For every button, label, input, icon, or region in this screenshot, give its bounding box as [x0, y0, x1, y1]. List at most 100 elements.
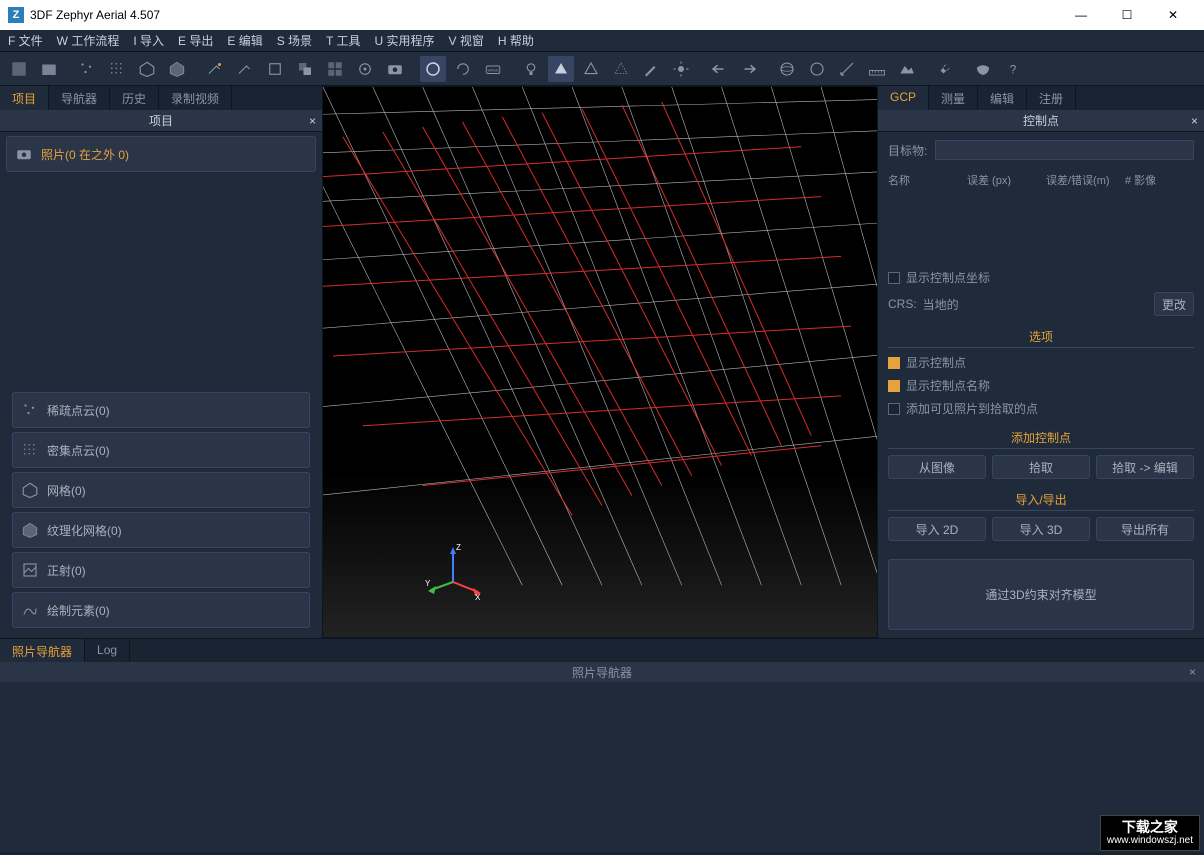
tool-orbit-icon[interactable]: [420, 56, 446, 82]
tab-edit[interactable]: 编辑: [978, 86, 1027, 110]
chk-add-visible[interactable]: 添加可见照片到拾取的点: [888, 400, 1194, 417]
tool-texture-icon[interactable]: [164, 56, 190, 82]
app-logo-icon: Z: [8, 7, 24, 23]
tool-mask-icon[interactable]: [970, 56, 996, 82]
btn-align-3d[interactable]: 通过3D约束对齐模型: [888, 559, 1194, 630]
chk-show-cp[interactable]: 显示控制点: [888, 354, 1194, 371]
bottom-panel-close-icon[interactable]: ×: [1189, 665, 1196, 679]
tool-shade3-icon[interactable]: [608, 56, 634, 82]
tab-measure[interactable]: 测量: [929, 86, 978, 110]
tree-sparse[interactable]: 稀疏点云(0): [12, 392, 310, 428]
crs-label: CRS:: [888, 297, 917, 311]
viewport-grid: [323, 87, 877, 637]
svg-text:Y: Y: [425, 579, 431, 588]
tool-wrench-icon[interactable]: [932, 56, 958, 82]
maximize-button[interactable]: ☐: [1104, 0, 1150, 30]
3d-viewport[interactable]: Z X Y: [322, 86, 878, 638]
tab-gcp[interactable]: GCP: [878, 86, 929, 110]
menu-tools[interactable]: T 工具: [326, 32, 360, 49]
tab-photo-nav[interactable]: 照片导航器: [0, 639, 85, 662]
menu-edit[interactable]: E 编辑: [227, 32, 262, 49]
window-title: 3DF Zephyr Aerial 4.507: [30, 8, 160, 22]
menu-file[interactable]: F 文件: [8, 32, 43, 49]
tool-terrain-icon[interactable]: [894, 56, 920, 82]
crs-change-button[interactable]: 更改: [1154, 292, 1194, 316]
tool-gears-icon[interactable]: [352, 56, 378, 82]
btn-pick-edit[interactable]: 拾取 -> 编辑: [1096, 455, 1194, 479]
chk-show-names[interactable]: 显示控制点名称: [888, 377, 1194, 394]
ortho-icon: [21, 561, 39, 579]
btn-from-image[interactable]: 从图像: [888, 455, 986, 479]
left-panel-close-icon[interactable]: ×: [309, 114, 316, 128]
menu-view[interactable]: V 视窗: [449, 32, 484, 49]
left-panel: 项目 导航器 历史 录制视频 项目 × 照片(0 在之外 0) 稀疏点云(0) …: [0, 86, 322, 638]
tool-wizard2-icon[interactable]: [232, 56, 258, 82]
tool-grid-icon[interactable]: [322, 56, 348, 82]
tree-mesh[interactable]: 网格(0): [12, 472, 310, 508]
tool-camera-icon[interactable]: [382, 56, 408, 82]
btn-import-3d[interactable]: 导入 3D: [992, 517, 1090, 541]
tree-cameras[interactable]: 照片(0 在之外 0): [6, 136, 316, 172]
close-button[interactable]: ✕: [1150, 0, 1196, 30]
tab-navigator[interactable]: 导航器: [49, 86, 110, 110]
tool-ruler-icon[interactable]: [864, 56, 890, 82]
section-add-cp: 添加控制点: [888, 427, 1194, 449]
tool-dense-icon[interactable]: [104, 56, 130, 82]
tab-register[interactable]: 注册: [1027, 86, 1076, 110]
tool-cube1-icon[interactable]: [262, 56, 288, 82]
watermark-text: 下载之家: [1107, 820, 1193, 835]
tool-undo-icon[interactable]: [706, 56, 732, 82]
tab-history[interactable]: 历史: [110, 86, 159, 110]
tool-light-icon[interactable]: [518, 56, 544, 82]
btn-pick[interactable]: 拾取: [992, 455, 1090, 479]
tool-mesh-icon[interactable]: [134, 56, 160, 82]
tool-wasd-icon[interactable]: WASD: [480, 56, 506, 82]
tree-draw[interactable]: 绘制元素(0): [12, 592, 310, 628]
tool-help-icon[interactable]: ?: [1000, 56, 1026, 82]
tool-circle-icon[interactable]: [804, 56, 830, 82]
tool-sun-icon[interactable]: [668, 56, 694, 82]
minimize-button[interactable]: —: [1058, 0, 1104, 30]
tab-log[interactable]: Log: [85, 639, 130, 662]
tool-shade2-icon[interactable]: [578, 56, 604, 82]
chk-show-coords[interactable]: 显示控制点坐标: [888, 269, 1194, 286]
tool-wizard1-icon[interactable]: [202, 56, 228, 82]
menu-export[interactable]: E 导出: [178, 32, 213, 49]
tree-ortho[interactable]: 正射(0): [12, 552, 310, 588]
tree-dense[interactable]: 密集点云(0): [12, 432, 310, 468]
tool-shade1-icon[interactable]: [548, 56, 574, 82]
menu-help[interactable]: H 帮助: [498, 32, 534, 49]
camera-icon: [15, 145, 33, 163]
target-label: 目标物:: [888, 142, 927, 159]
dense-icon: [21, 441, 39, 459]
tool-globe-icon[interactable]: [774, 56, 800, 82]
menu-utilities[interactable]: U 实用程序: [375, 32, 435, 49]
tree-item-label: 绘制元素(0): [47, 602, 110, 619]
menu-scene[interactable]: S 场景: [277, 32, 312, 49]
tool-open-icon[interactable]: [36, 56, 62, 82]
btn-import-2d[interactable]: 导入 2D: [888, 517, 986, 541]
menu-workflow[interactable]: W 工作流程: [57, 32, 120, 49]
tool-brush-icon[interactable]: [638, 56, 664, 82]
watermark: 下载之家 www.windowszj.net: [1100, 815, 1200, 851]
tree-item-label: 密集点云(0): [47, 442, 110, 459]
tab-record[interactable]: 录制视频: [159, 86, 232, 110]
tool-cube2-icon[interactable]: [292, 56, 318, 82]
right-panel-close-icon[interactable]: ×: [1191, 114, 1198, 128]
left-panel-header: 项目 ×: [0, 110, 322, 132]
menu-import[interactable]: I 导入: [133, 32, 164, 49]
btn-export-all[interactable]: 导出所有: [1096, 517, 1194, 541]
tool-redo-icon[interactable]: [736, 56, 762, 82]
tool-measure-icon[interactable]: [834, 56, 860, 82]
target-input[interactable]: [935, 140, 1194, 160]
tool-sparse-icon[interactable]: [74, 56, 100, 82]
left-panel-title: 项目: [149, 112, 173, 129]
col-err-px: 误差 (px): [967, 172, 1036, 188]
tab-project[interactable]: 项目: [0, 86, 49, 110]
right-tabs: GCP 测量 编辑 注册: [878, 86, 1204, 110]
toolbar: WASD ?: [0, 52, 1204, 86]
sparse-icon: [21, 401, 39, 419]
tree-textured-mesh[interactable]: 纹理化网格(0): [12, 512, 310, 548]
tool-rotate-icon[interactable]: [450, 56, 476, 82]
tool-new-icon[interactable]: [6, 56, 32, 82]
